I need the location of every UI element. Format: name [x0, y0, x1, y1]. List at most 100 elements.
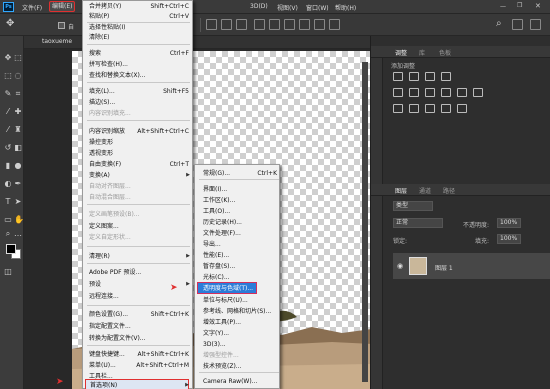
layer-row[interactable]: ◉ 图层 1	[393, 253, 550, 279]
align-center-icon[interactable]	[221, 19, 232, 30]
menu-file[interactable]: 文件(F)	[22, 3, 42, 12]
edit-menu-item[interactable]: 键盘快捷键... Alt+Shift+Ctrl+K	[89, 349, 189, 360]
preferences-menu-item[interactable]: 常规(G)... Ctrl+K	[203, 168, 277, 179]
dodge-tool-icon[interactable]: ◐	[4, 180, 12, 188]
type-tool-icon[interactable]: T	[4, 198, 12, 206]
visibility-eye-icon[interactable]: ◉	[397, 262, 403, 270]
menu-view[interactable]: 视图(V)	[277, 3, 298, 12]
blend-mode-select[interactable]: 正常	[393, 218, 443, 228]
distribute-icon[interactable]	[254, 19, 265, 30]
edit-menu-item[interactable]: 描边(S)...	[89, 97, 189, 108]
vibrance-icon[interactable]	[393, 88, 403, 97]
history-brush-icon[interactable]: ↺	[4, 144, 12, 152]
lasso-tool-icon[interactable]: ◌	[14, 72, 22, 80]
marquee-tool-icon[interactable]: ⬚	[4, 72, 12, 80]
blur-tool-icon[interactable]: ●	[14, 162, 22, 170]
tab-channels[interactable]: 通道	[419, 186, 431, 195]
zoom-tool-icon[interactable]: ⌕	[4, 230, 12, 238]
edit-menu-item[interactable]: 清除(E)	[89, 32, 189, 43]
preferences-menu-item[interactable]: 参考线、网格和切片(S)...	[203, 306, 277, 317]
edit-menu-item[interactable]: 内容识别缩放 Alt+Shift+Ctrl+C	[89, 126, 189, 137]
edit-menu-item[interactable]: 定义自定形状...	[89, 232, 189, 243]
edit-menu-item[interactable]: 粘贴(P) Ctrl+V	[89, 11, 189, 22]
hue-saturation-icon[interactable]	[409, 88, 419, 97]
menu-help[interactable]: 帮助(H)	[335, 3, 356, 12]
auto-select-checkbox[interactable]	[58, 22, 65, 29]
foreground-color-swatch[interactable]	[6, 244, 16, 254]
opacity-input[interactable]: 100%	[497, 218, 521, 228]
fill-input[interactable]: 100%	[497, 234, 521, 244]
gradient-tool-icon[interactable]: ▮	[4, 162, 12, 170]
pan-3d-icon[interactable]	[299, 19, 310, 30]
edit-menu-item[interactable]: 定义画笔预设(B)...	[89, 209, 189, 220]
preferences-menu-item[interactable]: 工作区(K)...	[203, 195, 277, 206]
workspace-icon[interactable]	[512, 19, 523, 30]
tab-libraries[interactable]: 库	[419, 48, 425, 57]
orbit-icon[interactable]	[284, 19, 295, 30]
curves-icon[interactable]	[425, 72, 435, 81]
brush-tool-icon[interactable]: ⁄	[4, 126, 12, 134]
preferences-menu-item[interactable]: 暂存盘(S)...	[203, 261, 277, 272]
brightness-icon[interactable]	[393, 72, 403, 81]
invert-icon[interactable]	[393, 104, 403, 113]
close-icon[interactable]: ✕	[535, 2, 541, 10]
preferences-menu-item[interactable]: 导出...	[203, 239, 277, 250]
edit-menu-item[interactable]: 自由变换(F) Ctrl+T	[89, 159, 189, 170]
exposure-icon[interactable]	[441, 72, 451, 81]
edit-menu-item[interactable]: 菜单(U)... Alt+Shift+Ctrl+M	[89, 360, 189, 371]
move-tool-icon[interactable]: ✥	[6, 19, 14, 29]
photo-filter-icon[interactable]	[457, 88, 467, 97]
search-icon[interactable]: ⌕	[496, 19, 502, 29]
channel-mixer-icon[interactable]	[473, 88, 483, 97]
tab-swatches[interactable]: 色板	[439, 48, 451, 57]
scale-3d-icon[interactable]	[329, 19, 340, 30]
edit-menu-item[interactable]: 颜色设置(G)... Shift+Ctrl+K	[89, 309, 189, 320]
preferences-menu-item[interactable]: 透明度与色域(T)...	[203, 283, 277, 294]
tab-paths[interactable]: 路径	[443, 186, 455, 195]
selective-color-icon[interactable]	[457, 104, 467, 113]
edit-menu-item[interactable]: 自动对齐图层...	[89, 181, 189, 192]
maximize-icon[interactable]: ❐	[517, 2, 522, 9]
preferences-menu-item[interactable]: 增效工具(P)...	[203, 317, 277, 328]
preferences-menu-item[interactable]: 光标(C)...	[203, 272, 277, 283]
preferences-menu-item[interactable]: 历史记录(H)...	[203, 217, 277, 228]
quick-select-icon[interactable]: ✎	[4, 90, 12, 98]
quick-mask-icon[interactable]: ◫	[4, 268, 12, 276]
tab-layers[interactable]: 图层	[395, 186, 407, 195]
preferences-menu-item[interactable]: 文件处理(F)...	[203, 228, 277, 239]
edit-menu-item[interactable]: 定义图案...	[89, 221, 189, 232]
hand-tool-icon[interactable]: ✋	[14, 216, 24, 224]
preferences-menu-item[interactable]: Camera Raw(W)...	[203, 376, 277, 387]
edit-menu-item[interactable]: 透视变形	[89, 148, 189, 159]
3d-mode-icon[interactable]	[269, 19, 280, 30]
vertical-scrollbar[interactable]	[362, 62, 368, 382]
document-tab[interactable]: taoxueme	[42, 38, 72, 45]
path-select-icon[interactable]: ➤	[14, 198, 22, 206]
edit-menu-item[interactable]: 拼写检查(H)...	[89, 59, 189, 70]
black-white-icon[interactable]	[441, 88, 451, 97]
edit-menu-item[interactable]: 搜索 Ctrl+F	[89, 48, 189, 59]
preferences-menu-item[interactable]: 3D(3)...	[203, 339, 277, 350]
edit-menu-item[interactable]: 操控变形	[89, 137, 189, 148]
pen-tool-icon[interactable]: ✒	[14, 180, 22, 188]
preferences-menu-item[interactable]: 单位与标尺(U)...	[203, 295, 277, 306]
edit-menu-item[interactable]: 填充(L)... Shift+F5	[89, 86, 189, 97]
crop-tool-icon[interactable]: ⌗	[14, 90, 22, 98]
edit-menu-item[interactable]: 查找和替换文本(X)...	[89, 70, 189, 81]
posterize-icon[interactable]	[409, 104, 419, 113]
share-icon[interactable]	[530, 19, 541, 30]
threshold-icon[interactable]	[425, 104, 435, 113]
align-left-icon[interactable]	[206, 19, 217, 30]
artboard-tool-icon[interactable]: ⬚	[14, 54, 22, 62]
align-right-icon[interactable]	[236, 19, 247, 30]
menu-window[interactable]: 窗口(W)	[306, 3, 329, 12]
edit-menu-item[interactable]: Adobe PDF 预设...	[89, 267, 189, 278]
minimize-icon[interactable]: —	[500, 3, 506, 10]
edit-menu-item[interactable]: 变换(A)	[89, 170, 190, 181]
preferences-menu-item[interactable]: 工具(O)...	[203, 206, 277, 217]
preferences-menu-item[interactable]: 性能(E)...	[203, 250, 277, 261]
gradient-map-icon[interactable]	[441, 104, 451, 113]
edit-menu-item[interactable]: 自动混合图层...	[89, 192, 189, 203]
layer-filter-select[interactable]: 类型	[393, 201, 433, 211]
color-balance-icon[interactable]	[425, 88, 435, 97]
